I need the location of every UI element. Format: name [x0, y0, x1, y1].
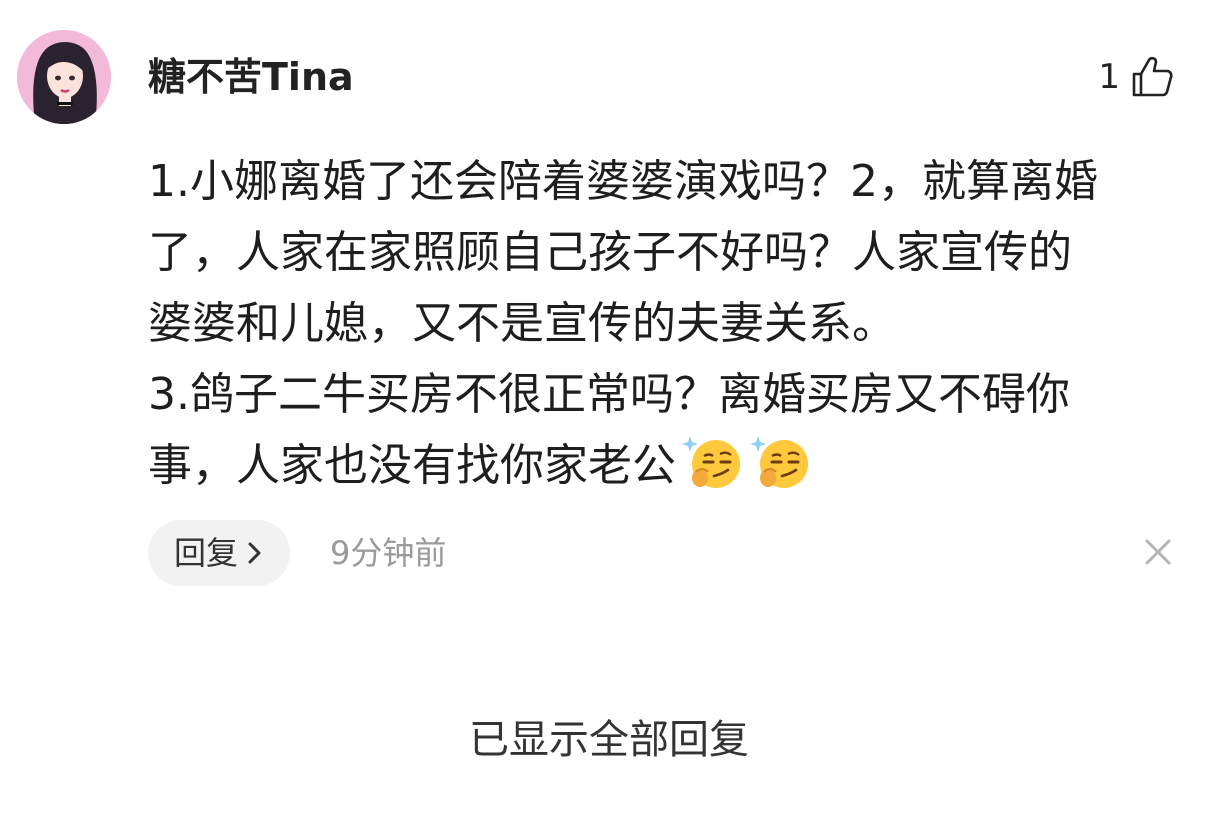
comment-line-text: 事，人家也没有找你家老公	[148, 440, 676, 491]
all-replies-shown-text: 已显示全部回复	[469, 717, 749, 763]
chevron-right-icon	[248, 542, 261, 564]
comment-line: 了，人家在家照顾自己孩子不好吗？人家宣传的	[148, 227, 1072, 278]
comment-line: 1.小娜离婚了还会陪着婆婆演戏吗？2，就算离婚	[148, 156, 1098, 207]
comment-timestamp: 9分钟前	[330, 534, 447, 572]
comment-text: 1.小娜离婚了还会陪着婆婆演戏吗？2，就算离婚 了，人家在家照顾自己孩子不好吗？…	[148, 146, 1193, 501]
reply-button[interactable]: 回复	[148, 520, 291, 586]
comment-line: 婆婆和儿媳，又不是宣传的夫妻关系。	[148, 298, 896, 349]
comment-line-last: 事，人家也没有找你家老公	[148, 430, 1193, 501]
close-icon[interactable]	[1142, 536, 1174, 568]
avatar[interactable]	[17, 30, 111, 124]
avatar-illustration	[17, 30, 111, 124]
thumbs-up-icon	[1132, 56, 1173, 97]
smirk-emoji-icon	[682, 436, 740, 488]
smirk-emoji-icon	[750, 436, 808, 488]
comment-card: 糖不苦Tina 1 1.小娜离婚了还会陪着婆婆演戏吗？2，就算离婚 了，人家在家…	[0, 0, 1218, 600]
username[interactable]: 糖不苦Tina	[148, 52, 354, 102]
like-button[interactable]: 1	[1098, 52, 1174, 102]
comment-line: 3.鸽子二牛买房不很正常吗？离婚买房又不碍你	[148, 369, 1070, 420]
like-count: 1	[1098, 57, 1120, 97]
reply-label: 回复	[174, 534, 239, 572]
